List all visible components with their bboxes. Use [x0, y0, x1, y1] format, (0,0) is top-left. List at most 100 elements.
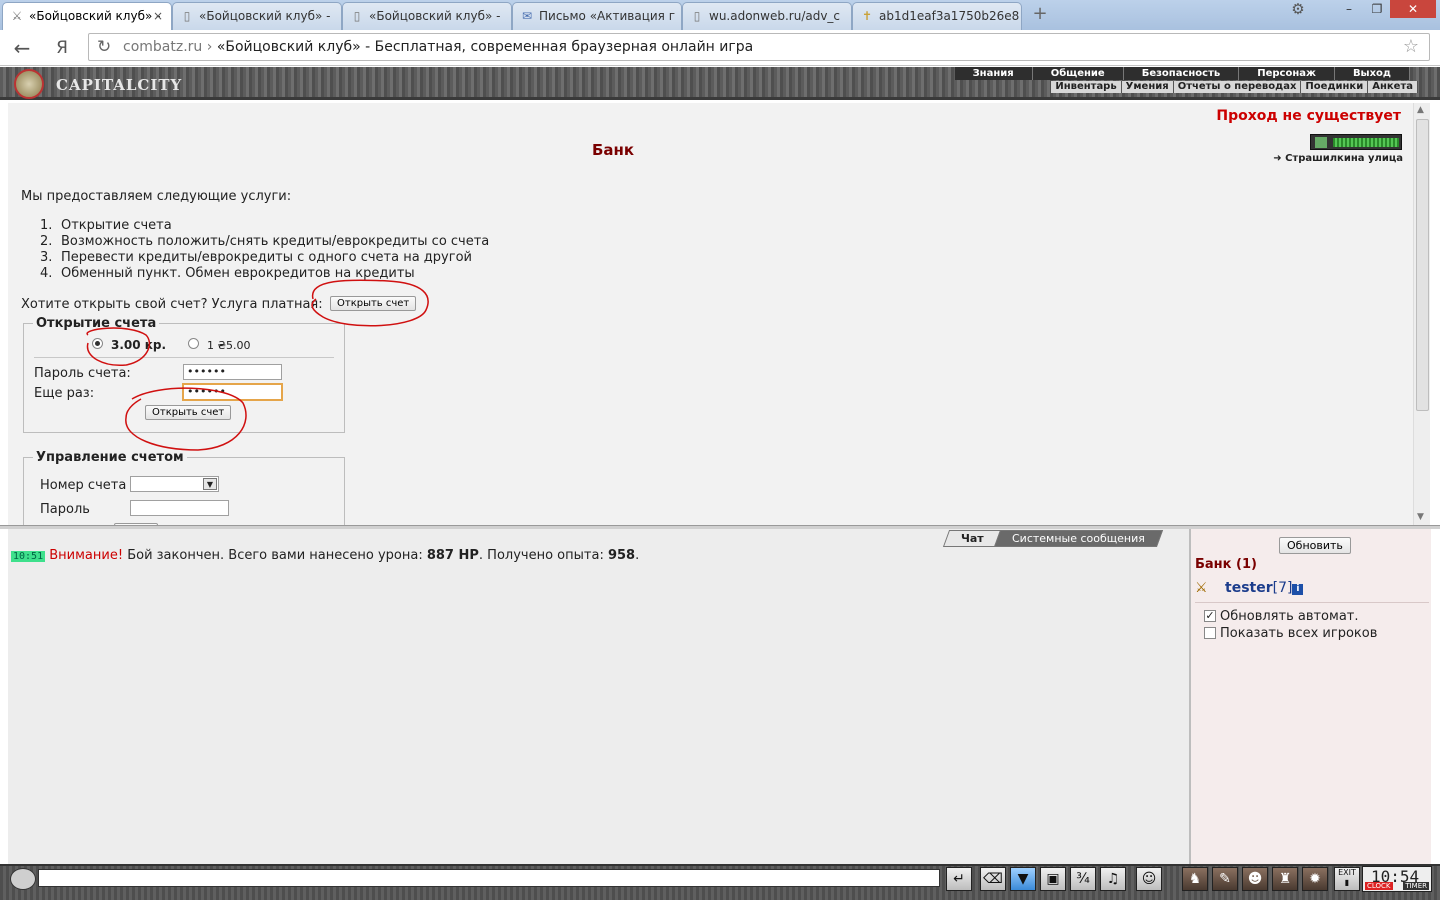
page-scrollbar[interactable]: ▲ ▼ [1413, 103, 1430, 525]
repeat-password-input[interactable]: •••••• [182, 383, 283, 401]
auto-refresh-label: Обновлять автомат. [1220, 609, 1359, 624]
submenu-skills[interactable]: Умения [1122, 81, 1174, 93]
option-euro-label: 1 ₴5.00 [207, 339, 251, 352]
account-password-label: Пароль счета: [34, 366, 131, 381]
browser-tab-2[interactable]: ▯ «Бойцовский клуб» - [172, 2, 342, 30]
travel-progress-bar [1333, 138, 1399, 147]
tab-chat[interactable]: Чат [942, 530, 1002, 547]
tab-title: «Бойцовский клуб» - [199, 9, 331, 23]
browser-tab-4[interactable]: ✉ Письмо «Активация г [512, 2, 682, 30]
scroll-up-icon[interactable]: ▲ [1417, 105, 1424, 115]
minimize-button[interactable]: – [1334, 0, 1364, 18]
browser-tabstrip: ⚔ «Бойцовский клуб» - × ▯ «Бойцовский кл… [0, 0, 1440, 30]
chat-timestamp[interactable]: 10:51 [11, 551, 46, 562]
management-password-label: Пароль [40, 502, 90, 517]
sword-icon: ⚔ [11, 9, 23, 23]
chat-message: 10:51 Внимание! Бой закончен. Всего вами… [11, 548, 640, 563]
cross-icon: ✝ [861, 9, 873, 23]
menu-exit[interactable]: Выход [1335, 67, 1410, 80]
management-password-input[interactable] [130, 500, 229, 516]
submenu-transfer-reports[interactable]: Отчеты о переводах [1174, 81, 1302, 93]
list-item: 3. Перевести кредиты/еврокредиты с одного… [40, 250, 472, 265]
page-icon: ▯ [353, 9, 361, 23]
info-icon[interactable]: i [1292, 584, 1304, 595]
repeat-password-label: Еще раз: [34, 386, 95, 401]
capitalcity-logo-icon [14, 69, 44, 99]
translit-icon[interactable]: ¾ [1070, 867, 1096, 891]
people-icon[interactable]: ♜ [1272, 867, 1298, 891]
save-icon[interactable]: ▣ [1040, 867, 1066, 891]
new-tab-button[interactable]: + [1030, 4, 1050, 24]
exit-button[interactable]: EXIT ▮ [1334, 867, 1360, 891]
sound-icon[interactable]: ♫ [1100, 867, 1126, 891]
account-password-input[interactable]: •••••• [183, 364, 282, 380]
player-name[interactable]: tester [1225, 580, 1273, 596]
bank-page: Проход не существует ➜ Страшилкина улица… [8, 103, 1413, 525]
yandex-button[interactable]: Я [48, 36, 76, 60]
open-account-legend: Открытие счета [36, 316, 157, 331]
browser-tab-1[interactable]: ⚔ «Бойцовский клуб» - × [2, 2, 172, 30]
browser-tab-3[interactable]: ▯ «Бойцовский клуб» - [342, 2, 512, 30]
scroll-down-icon[interactable]: ▼ [1417, 512, 1424, 522]
auto-refresh-checkbox[interactable]: ✓ [1204, 610, 1216, 622]
chat-warning: Внимание! [49, 548, 124, 563]
services-intro: Мы предоставляем следующие услуги: [21, 189, 292, 204]
chat-input[interactable] [38, 869, 940, 887]
show-all-checkbox[interactable] [1204, 627, 1216, 639]
page-title: Банк [592, 141, 635, 159]
submit-open-account-button[interactable]: Открыть счет [145, 405, 232, 420]
menu-knowledge[interactable]: Знания [955, 67, 1033, 80]
list-item: ⚔ tester[7] i [1195, 580, 1304, 596]
url-page-title: «Бойцовский клуб» - Бесплатная, современ… [216, 39, 754, 55]
send-message-icon[interactable]: ↵ [946, 867, 972, 891]
smiley-icon[interactable]: ☺ [1136, 867, 1162, 891]
scroll-thumb[interactable] [1416, 119, 1429, 411]
eraser-icon[interactable]: ⌫ [980, 867, 1006, 891]
street-link[interactable]: ➜ Страшилкина улица [1273, 153, 1403, 164]
menu-security[interactable]: Безопасность [1124, 67, 1240, 80]
refresh-button[interactable]: Обновить [1279, 537, 1351, 554]
close-window-button[interactable]: ✕ [1390, 0, 1436, 18]
experience-value: 958 [607, 548, 636, 563]
bookmark-star-icon[interactable]: ☆ [1403, 36, 1419, 57]
filter-icon[interactable]: ▼ [1010, 867, 1036, 891]
bag-icon[interactable]: ♞ [1182, 867, 1208, 891]
radio-price-credits[interactable] [92, 338, 103, 349]
show-all-label: Показать всех игроков [1220, 626, 1378, 641]
page-icon: ▯ [693, 9, 701, 23]
reload-icon[interactable]: ↻ [97, 37, 111, 57]
list-item: 2. Возможность положить/снять кредиты/евр… [40, 234, 490, 249]
account-number-select[interactable]: ▼ [130, 476, 219, 492]
tab-title: «Бойцовский клуб» - [369, 9, 501, 23]
tab-title: «Бойцовский клуб» - [29, 9, 161, 23]
browser-tab-5[interactable]: ▯ wu.adonweb.ru/adv_c [682, 2, 852, 30]
url-input[interactable]: ↻ combatz.ru › «Бойцовский клуб» - Беспл… [88, 33, 1430, 61]
chat-log [8, 529, 1189, 864]
services-list: 1. Открытие счета 2. Возможность положить/… [40, 218, 489, 282]
submenu-inventory[interactable]: Инвентарь [1051, 81, 1122, 93]
settings-bug-icon[interactable]: ✹ [1302, 867, 1328, 891]
radio-price-eurocredits[interactable] [188, 338, 199, 349]
back-arrow-icon[interactable]: ← [8, 36, 36, 60]
submenu-profile[interactable]: Анкета [1368, 81, 1418, 93]
gear-icon[interactable]: ⚙ [1285, 0, 1311, 18]
close-tab-icon[interactable]: × [153, 9, 163, 23]
logo-text: CAPITALCITY [56, 76, 183, 94]
chat-mode-icon[interactable] [10, 868, 36, 890]
url-separator: › [206, 39, 213, 55]
tab-system-messages[interactable]: Системные сообщения [993, 530, 1163, 547]
mask-icon[interactable]: ☻ [1242, 867, 1268, 891]
scroll-icon[interactable]: ✎ [1212, 867, 1238, 891]
menu-communication[interactable]: Общение [1033, 67, 1124, 80]
mail-icon: ✉ [521, 9, 533, 23]
street-map-widget[interactable] [1310, 134, 1402, 150]
maximize-button[interactable]: ❐ [1364, 0, 1390, 18]
menu-character[interactable]: Персонаж [1239, 67, 1335, 80]
open-account-button[interactable]: Открыть счет [330, 296, 417, 311]
sub-menu: Инвентарь Умения Отчеты о переводах Поед… [1051, 81, 1418, 93]
browser-tab-6[interactable]: ✝ ab1d1eaf3a1750b26e8 [852, 2, 1022, 30]
clock-timer: 10:54 CLOCK TIMER [1362, 866, 1432, 892]
submenu-duels[interactable]: Поединки [1301, 81, 1369, 93]
room-title: Банк (1) [1195, 557, 1257, 572]
list-item: 1. Открытие счета [40, 218, 172, 233]
